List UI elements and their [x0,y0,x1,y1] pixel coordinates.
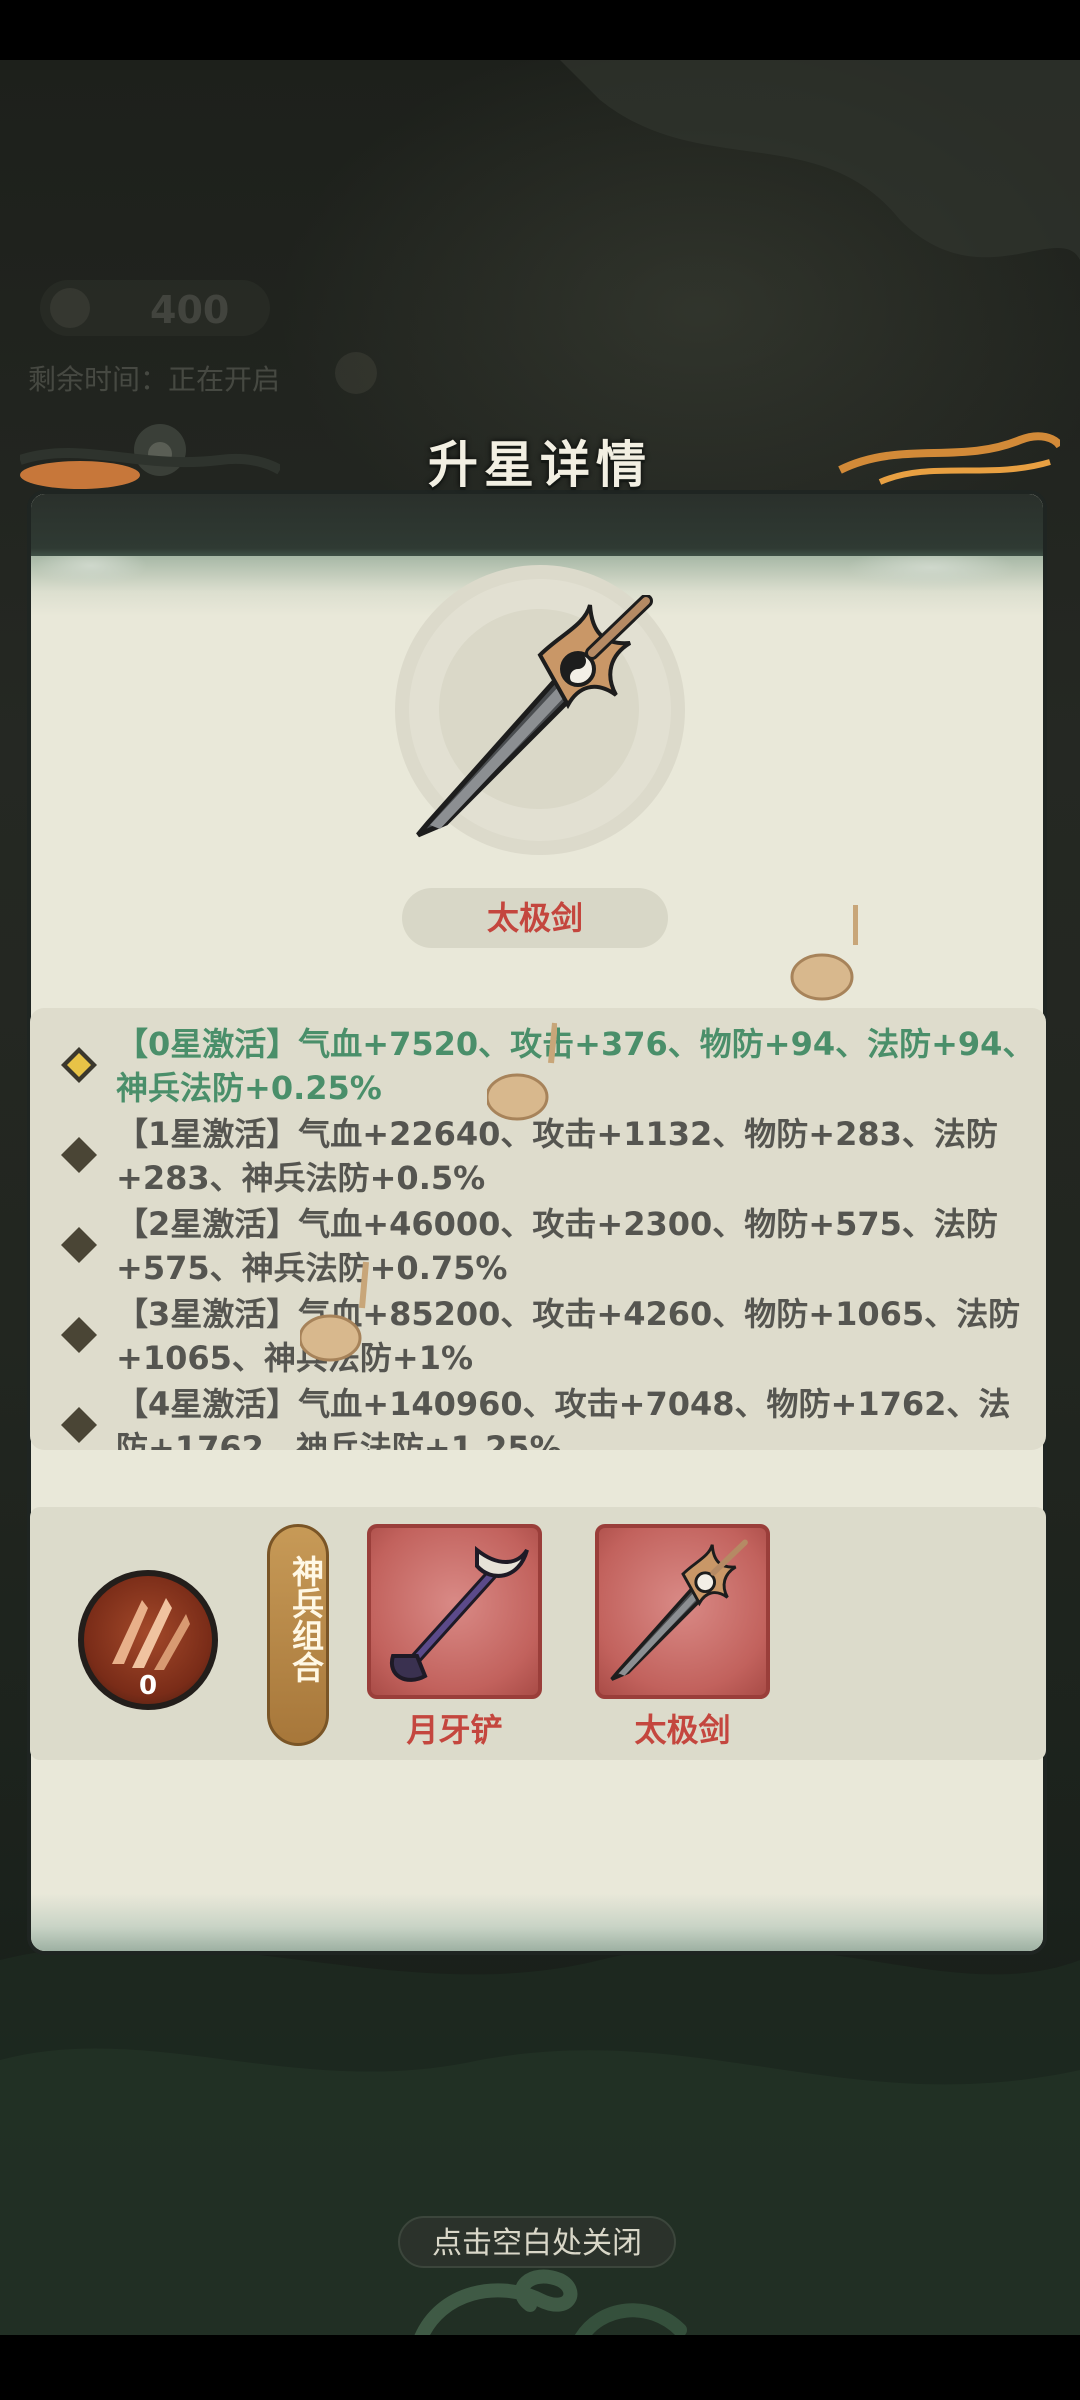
inactive-star-bullet-icon [61,1137,97,1173]
star-level-text: 【4星激活】气血+140960、攻击+7048、物防+1762、法防+1762、… [116,1385,1011,1450]
star-level-text: 【0星激活】气血+7520、攻击+376、物防+94、法防+94、神兵法防+0.… [116,1025,1035,1107]
combo-weapon-name: 月牙铲 [406,1711,503,1749]
combo-label: 神兵组合 [287,1555,325,1683]
star-level-text: 【3星激活】气血+85200、攻击+4260、物防+1065、法防+1065、神… [116,1295,1021,1377]
taiji-sword-icon [610,1539,748,1681]
dialog-bottom-trim [31,1894,1043,1951]
combo-count: 0 [138,1671,158,1701]
combo-weapon-card[interactable] [367,1524,542,1699]
bean-decoration-icon [487,1022,557,1121]
weapon-combo-section: 0 神兵组合 月牙铲 太极剑 [30,1507,1046,1760]
combo-weapon-name: 太极剑 [634,1711,731,1749]
combo-medal[interactable]: 0 [78,1570,218,1710]
inactive-star-bullet-icon [61,1317,97,1353]
crescent-spade-icon [389,1545,529,1682]
active-star-bullet-icon [61,1047,97,1083]
inactive-star-bullet-icon [61,1407,97,1443]
star-level-text: 【2星激活】气血+46000、攻击+2300、物防+575、法防+575、神兵法… [116,1205,998,1287]
weapon-name-label: 太极剑 [402,888,668,948]
taiji-sword-icon [416,595,653,838]
inactive-star-bullet-icon [61,1227,97,1263]
system-nav-bar [0,2335,1080,2400]
combo-weapon-card[interactable] [595,1524,770,1699]
dialog-title: 升星详情 [428,435,652,494]
claw-slash-icon [112,1598,190,1670]
star-level-text: 【1星激活】气血+22640、攻击+1132、物防+283、法防+283、神兵法… [116,1115,998,1197]
cloud-swirl-icon [414,2269,687,2335]
combo-label-pill: 神兵组合 [267,1524,329,1746]
bean-decoration-icon [790,905,858,1001]
bean-decoration-icon [300,1261,369,1362]
